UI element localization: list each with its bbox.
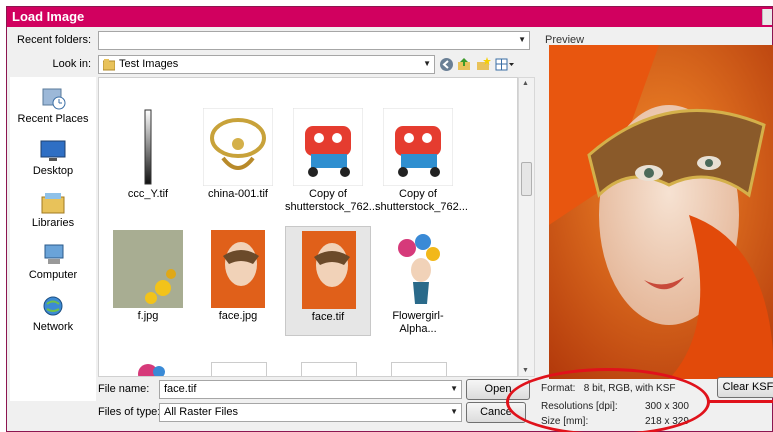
scroll-up-icon[interactable]: ▲ — [522, 80, 529, 87]
recent-folders-dropdown[interactable]: ▼ — [98, 31, 530, 50]
look-in-dropdown[interactable]: Test Images ▼ — [98, 55, 435, 74]
file-list[interactable]: ccc_Y.tif china-001.tif Copy of shutters… — [98, 77, 518, 377]
file-tile[interactable]: Copy of shutterstock_762... — [285, 104, 378, 214]
chevron-down-icon: ▼ — [450, 384, 458, 393]
preview-image — [549, 45, 773, 379]
chevron-down-icon: ▼ — [423, 59, 431, 68]
scroll-down-icon[interactable]: ▼ — [522, 367, 529, 374]
image-thumbnail — [211, 230, 265, 308]
folder-icon — [103, 59, 115, 71]
file-name-label: File name: — [98, 383, 150, 395]
place-computer[interactable]: Computer — [10, 243, 96, 291]
place-recent-places[interactable]: Recent Places — [10, 87, 96, 135]
image-thumbnail — [113, 230, 183, 308]
up-folder-icon[interactable] — [457, 57, 472, 72]
file-tile[interactable]: Flowergirl-Alpha... — [375, 226, 461, 336]
place-label: Network — [32, 321, 74, 333]
annotation-arrow — [708, 400, 773, 403]
look-in-label: Look in: — [52, 58, 91, 70]
file-list-scrollbar[interactable]: ▲ ▼ — [518, 77, 535, 377]
image-thumbnail — [302, 231, 356, 309]
place-label: Desktop — [32, 165, 74, 177]
image-thumbnail — [383, 108, 453, 186]
recent-places-icon — [42, 88, 66, 110]
file-name: Flowergirl-Alpha... — [392, 310, 444, 335]
place-label: Computer — [28, 269, 78, 281]
image-thumbnail — [144, 109, 152, 185]
load-image-dialog: Load Image Recent folders: ▼ Look in: Te… — [6, 6, 773, 432]
file-name: ccc_Y.tif — [127, 188, 169, 200]
file-name-value: face.tif — [164, 383, 197, 395]
file-name: Copy of shutterstock_762... — [285, 188, 378, 213]
view-menu-icon[interactable] — [495, 57, 515, 72]
file-tile[interactable]: china-001.tif — [195, 104, 281, 214]
file-name: china-001.tif — [208, 188, 268, 200]
file-tile[interactable]: Copy of shutterstock_762... — [375, 104, 468, 214]
close-button[interactable] — [762, 9, 772, 25]
chevron-down-icon: ▼ — [518, 35, 526, 44]
place-label: Libraries — [31, 217, 75, 229]
title-bar[interactable]: Load Image — [7, 7, 772, 27]
place-libraries[interactable]: Libraries — [10, 191, 96, 239]
look-in-value: Test Images — [119, 58, 179, 70]
file-name-input[interactable]: face.tif ▼ — [159, 380, 462, 399]
partial-thumbnail — [301, 362, 357, 376]
image-thumbnail — [203, 108, 273, 186]
network-icon — [43, 296, 63, 316]
file-name: f.jpg — [137, 310, 159, 322]
new-folder-icon[interactable] — [476, 57, 491, 72]
file-type-dropdown[interactable]: All Raster Files ▼ — [159, 403, 462, 422]
annotation-circle — [506, 368, 710, 432]
file-type-label: Files of type: — [98, 406, 161, 418]
partial-thumbnail — [391, 362, 447, 376]
file-tile[interactable]: ccc_Y.tif — [105, 104, 191, 214]
partial-thumbnail — [211, 362, 267, 376]
partial-thumbnail — [138, 364, 165, 376]
desktop-icon — [40, 140, 66, 161]
file-name: Copy of shutterstock_762... — [375, 188, 468, 213]
file-tile[interactable]: f.jpg — [105, 226, 191, 336]
place-desktop[interactable]: Desktop — [10, 139, 96, 187]
image-thumbnail — [293, 108, 363, 186]
libraries-icon — [41, 193, 65, 214]
image-preview — [549, 45, 773, 379]
file-name: face.tif — [311, 311, 345, 323]
chevron-down-icon: ▼ — [450, 407, 458, 416]
image-thumbnail — [383, 230, 453, 308]
scrollbar-thumb[interactable] — [521, 162, 532, 196]
file-tile-selected[interactable]: face.tif — [285, 226, 371, 336]
file-tile[interactable]: face.jpg — [195, 226, 281, 336]
computer-icon — [44, 244, 64, 264]
file-name: face.jpg — [218, 310, 258, 322]
places-bar: Recent Places Desktop Libraries Computer… — [10, 77, 96, 401]
clear-ksf-button[interactable]: Clear KSF — [717, 377, 773, 398]
place-network[interactable]: Network — [10, 295, 96, 343]
recent-folders-label: Recent folders: — [17, 34, 91, 46]
window-title: Load Image — [12, 9, 85, 24]
file-type-value: All Raster Files — [164, 406, 238, 418]
back-icon[interactable] — [439, 57, 454, 72]
place-label: Recent Places — [17, 113, 89, 125]
